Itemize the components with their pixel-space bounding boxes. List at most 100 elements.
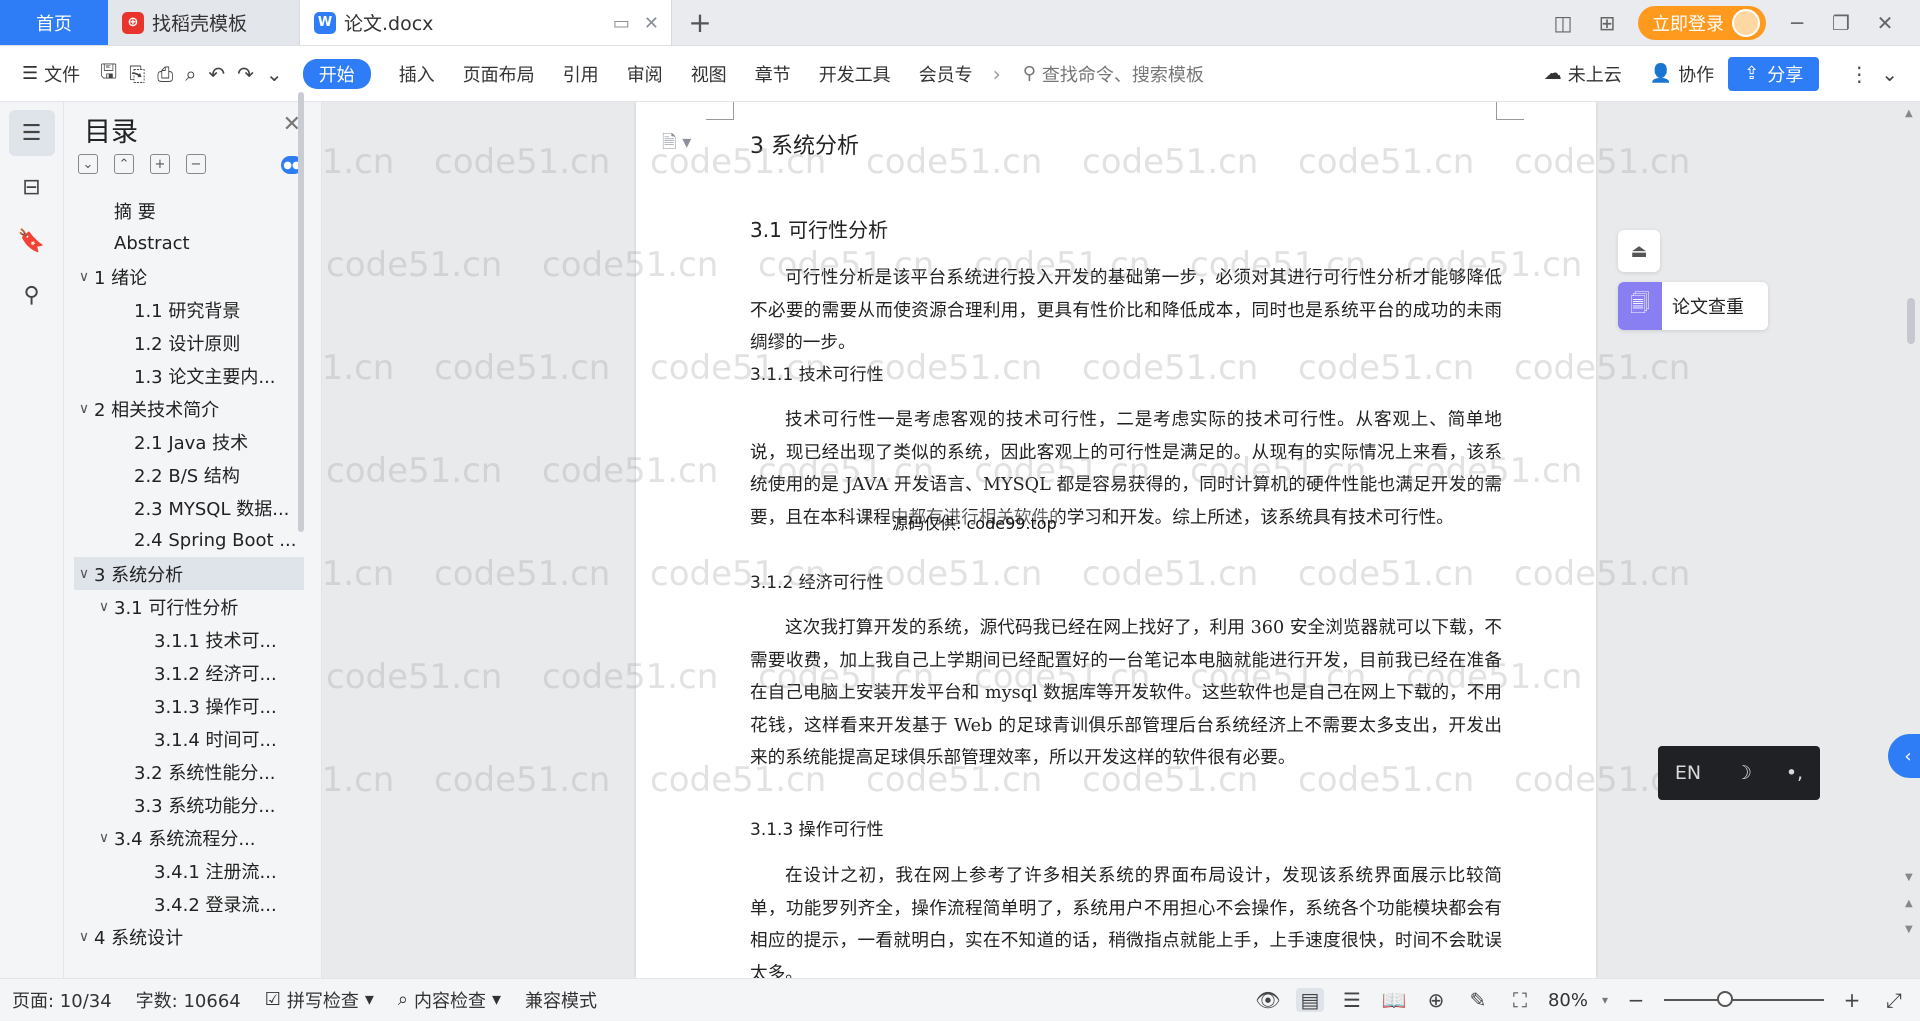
print-icon[interactable]: ⎙ bbox=[151, 62, 179, 86]
collapse-all-icon[interactable]: ⌃ bbox=[114, 154, 134, 174]
tab-developer[interactable]: 开发工具 bbox=[805, 61, 905, 87]
toc-item[interactable]: 1.2 设计原则 bbox=[74, 326, 304, 359]
tab-document[interactable]: W 论文.docx ▭ ✕ bbox=[300, 0, 672, 45]
toc-panel-icon[interactable]: ☰ bbox=[8, 110, 55, 156]
minimize-icon[interactable]: ─ bbox=[1784, 11, 1810, 35]
remove-heading-icon[interactable]: − bbox=[186, 154, 206, 174]
tab-review[interactable]: 审阅 bbox=[613, 61, 677, 87]
apps-grid-icon[interactable]: ⊞ bbox=[1594, 11, 1620, 35]
toc-item[interactable]: 3.1.4 时间可... bbox=[74, 722, 304, 755]
tab-chapter[interactable]: 章节 bbox=[741, 61, 805, 87]
toc-item[interactable]: 3.1.3 操作可... bbox=[74, 689, 304, 722]
tab-home-ribbon[interactable]: 开始 bbox=[302, 58, 371, 89]
page-indicator[interactable]: 页面: 10/34 bbox=[0, 987, 124, 1013]
vertical-scrollbar[interactable]: ▲ ▼ ▲ ▼ bbox=[1902, 102, 1920, 978]
chevron-down-icon[interactable]: ∨ bbox=[74, 269, 94, 285]
new-tab-button[interactable]: + bbox=[672, 0, 728, 45]
find-icon[interactable]: ⚲ bbox=[9, 272, 55, 318]
toc-item[interactable]: 摘 要 bbox=[74, 194, 304, 227]
toc-item[interactable]: ∨ 2 相关技术简介 bbox=[74, 392, 304, 425]
tab-page-layout[interactable]: 页面布局 bbox=[449, 61, 549, 87]
layout-switch-icon[interactable]: ◫ bbox=[1550, 11, 1576, 35]
toc-item[interactable]: ∨ 3 系统分析 bbox=[74, 557, 304, 590]
toc-item[interactable]: 1.1 研究背景 bbox=[74, 293, 304, 326]
document-menu-icon[interactable]: 🗎 ▾ bbox=[662, 130, 691, 160]
spell-check-button[interactable]: ☑ 拼写检查 ▾ bbox=[253, 987, 386, 1013]
toc-item[interactable]: 2.4 Spring Boot ... bbox=[74, 524, 304, 557]
toc-item[interactable]: 3.3 系统功能分... bbox=[74, 788, 304, 821]
toc-item[interactable]: 3.4.1 注册流... bbox=[74, 854, 304, 887]
collapse-ribbon-icon[interactable]: ⌄ bbox=[1875, 62, 1904, 86]
zoom-slider[interactable] bbox=[1664, 991, 1824, 1007]
tab-view[interactable]: 视图 bbox=[677, 61, 741, 87]
cloud-status-button[interactable]: ☁ 未上云 bbox=[1530, 61, 1636, 87]
more-options-icon[interactable]: ⋮ bbox=[1843, 62, 1875, 86]
toc-item[interactable]: 3.1.1 技术可... bbox=[74, 623, 304, 656]
toc-item[interactable]: 1.3 论文主要内... bbox=[74, 359, 304, 392]
reading-mode-icon[interactable]: 📖 bbox=[1380, 988, 1408, 1012]
navigation-icon[interactable]: ⊟ bbox=[9, 164, 55, 210]
tab-member[interactable]: 会员专 bbox=[905, 61, 987, 87]
toc-scrollbar[interactable] bbox=[298, 92, 304, 532]
command-search[interactable]: ⚲ 查找命令、搜索模板 bbox=[1007, 61, 1220, 87]
toc-item[interactable]: 2.2 B/S 结构 bbox=[74, 458, 304, 491]
ribbon-more-icon[interactable]: › bbox=[987, 62, 1007, 86]
share-button[interactable]: ⇪ 分享 bbox=[1728, 56, 1820, 91]
plagiarism-check-button[interactable]: 🗐 论文查重 bbox=[1618, 282, 1768, 330]
prev-page-icon[interactable]: ▲ bbox=[1905, 898, 1913, 909]
scroll-up-icon[interactable]: ▲ bbox=[1905, 108, 1913, 119]
toc-item[interactable]: 3.4.2 登录流... bbox=[74, 887, 304, 920]
restore-icon[interactable]: ❐ bbox=[1828, 11, 1854, 35]
write-mode-icon[interactable]: ✎ bbox=[1464, 988, 1492, 1012]
chevron-down-icon[interactable]: ∨ bbox=[74, 929, 94, 945]
web-layout-icon[interactable]: ⊕ bbox=[1422, 988, 1450, 1012]
fit-page-icon[interactable]: ⛶ bbox=[1506, 988, 1534, 1012]
toc-item[interactable]: ∨ 4 系统设计 bbox=[74, 920, 304, 953]
expand-all-icon[interactable]: ⌄ bbox=[78, 154, 98, 174]
toc-item[interactable]: ∨ 3.4 系统流程分... bbox=[74, 821, 304, 854]
close-tab-icon[interactable]: ✕ bbox=[644, 13, 659, 34]
toc-item[interactable]: 3.2 系统性能分... bbox=[74, 755, 304, 788]
toc-item[interactable]: ∨ 1 绪论 bbox=[74, 260, 304, 293]
chevron-down-icon[interactable]: ∨ bbox=[74, 401, 94, 417]
collaborate-button[interactable]: 👤 协作 bbox=[1636, 61, 1728, 87]
document-page[interactable]: 🗎 ▾ 3 系统分析 3.1 可行性分析 可行性分析是该平台系统进行投入开发的基… bbox=[636, 102, 1596, 978]
zoom-out-icon[interactable]: − bbox=[1622, 988, 1650, 1012]
quick-access-dropdown-icon[interactable]: ⌄ bbox=[260, 62, 289, 86]
scroll-down-icon[interactable]: ▼ bbox=[1905, 872, 1913, 883]
bookmark-icon[interactable]: 🔖 bbox=[9, 218, 55, 264]
toc-item[interactable]: ∨ 3.1 可行性分析 bbox=[74, 590, 304, 623]
file-menu-button[interactable]: ☰ 文件 bbox=[0, 61, 94, 87]
scroll-top-icon[interactable]: ⏏ bbox=[1618, 230, 1660, 272]
tab-references[interactable]: 引用 bbox=[549, 61, 613, 87]
scrollbar-thumb[interactable] bbox=[1907, 298, 1915, 344]
undo-icon[interactable]: ↶ bbox=[202, 62, 231, 86]
fullscreen-icon[interactable]: ⤢ bbox=[1880, 988, 1908, 1012]
login-button[interactable]: 立即登录 bbox=[1638, 6, 1766, 40]
moon-icon[interactable]: ☽ bbox=[1735, 762, 1752, 784]
page-view-icon[interactable]: ▤ bbox=[1295, 988, 1324, 1012]
tab-insert[interactable]: 插入 bbox=[385, 61, 449, 87]
zoom-level[interactable]: 80% bbox=[1548, 990, 1588, 1011]
eye-protection-icon[interactable]: 👁 bbox=[1254, 988, 1282, 1012]
ime-toolbar[interactable]: EN ☽ •, bbox=[1658, 746, 1820, 800]
outline-view-icon[interactable]: ☰ bbox=[1338, 988, 1366, 1012]
punctuation-icon[interactable]: •, bbox=[1786, 762, 1803, 784]
zoom-in-icon[interactable]: + bbox=[1838, 988, 1866, 1012]
chevron-down-icon[interactable]: ▾ bbox=[1602, 993, 1608, 1007]
toc-item[interactable]: 3.1.2 经济可... bbox=[74, 656, 304, 689]
save-icon[interactable]: 🖫 bbox=[94, 57, 123, 91]
add-heading-icon[interactable]: + bbox=[150, 154, 170, 174]
toc-item[interactable]: 2.3 MYSQL 数据... bbox=[74, 491, 304, 524]
print-preview-icon[interactable]: ⌕ bbox=[179, 62, 202, 86]
toc-item[interactable]: 2.1 Java 技术 bbox=[74, 425, 304, 458]
toc-item[interactable]: Abstract bbox=[74, 227, 304, 260]
window-preview-icon[interactable]: ▭ bbox=[613, 13, 630, 34]
export-icon[interactable]: ⎘ bbox=[123, 62, 151, 86]
chevron-down-icon[interactable]: ∨ bbox=[94, 830, 114, 846]
redo-icon[interactable]: ↷ bbox=[231, 62, 260, 86]
zoom-slider-knob[interactable] bbox=[1717, 991, 1733, 1007]
chevron-down-icon[interactable]: ∨ bbox=[74, 566, 94, 582]
next-page-icon[interactable]: ▼ bbox=[1905, 924, 1913, 935]
close-window-icon[interactable]: ✕ bbox=[1872, 11, 1898, 35]
